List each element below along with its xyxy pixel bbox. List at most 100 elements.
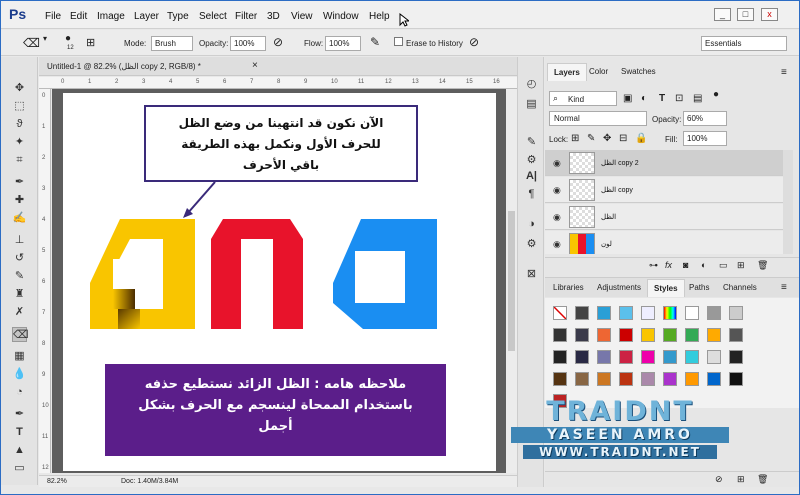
menu-type[interactable]: Type bbox=[167, 11, 189, 22]
style-swatch[interactable] bbox=[707, 306, 721, 320]
tab-adjustments[interactable]: Adjustments bbox=[591, 279, 647, 297]
close-document-icon[interactable]: × bbox=[252, 60, 258, 71]
layer-row[interactable]: ◉ لون bbox=[545, 231, 783, 254]
style-swatch[interactable] bbox=[641, 328, 655, 342]
opacity-field[interactable]: 100% bbox=[230, 36, 266, 51]
new-layer-icon[interactable]: ⊞ bbox=[737, 260, 745, 271]
filter-shape-icon[interactable]: ⊡ bbox=[675, 93, 683, 104]
style-swatch[interactable] bbox=[663, 306, 677, 320]
lock-all-icon[interactable]: 🔒 bbox=[635, 133, 647, 144]
crop-tool-icon[interactable]: ⌗ bbox=[12, 153, 27, 168]
menu-help[interactable]: Help bbox=[369, 11, 390, 22]
layers-scrollbar[interactable] bbox=[783, 150, 793, 254]
styles-panel-menu-icon[interactable]: ≡ bbox=[781, 282, 787, 293]
layer-row[interactable]: ◉ الظل copy bbox=[545, 177, 783, 203]
style-swatch[interactable] bbox=[685, 350, 699, 364]
style-swatch[interactable] bbox=[553, 306, 567, 320]
tab-paths[interactable]: Paths bbox=[683, 279, 715, 297]
style-swatch[interactable] bbox=[707, 372, 721, 386]
tool-presets-icon[interactable]: ⊠ bbox=[524, 267, 539, 282]
filter-type-icon[interactable]: T bbox=[659, 93, 665, 104]
lock-pixels-icon[interactable]: ✎ bbox=[587, 133, 595, 144]
filter-toggle-icon[interactable]: ● bbox=[713, 89, 719, 100]
style-swatch[interactable] bbox=[553, 372, 567, 386]
visibility-eye-icon[interactable]: ◉ bbox=[553, 185, 561, 196]
brush-panel-icon[interactable]: ⊞ bbox=[86, 36, 95, 49]
style-swatch[interactable] bbox=[553, 328, 567, 342]
pressure-opacity-icon[interactable]: ⊘ bbox=[273, 35, 283, 49]
style-swatch[interactable] bbox=[641, 350, 655, 364]
style-swatch[interactable] bbox=[597, 372, 611, 386]
filter-adjustment-icon[interactable]: ◐ bbox=[641, 93, 647, 104]
style-swatch[interactable] bbox=[597, 328, 611, 342]
style-swatch[interactable] bbox=[575, 350, 589, 364]
info-panel-icon[interactable]: ◑ bbox=[524, 217, 539, 232]
filter-pixel-icon[interactable]: ▣ bbox=[623, 93, 632, 104]
close-button[interactable]: x bbox=[761, 8, 778, 21]
lock-transparent-icon[interactable]: ⊞ bbox=[571, 133, 579, 144]
panel-menu-icon[interactable]: ≡ bbox=[781, 67, 787, 78]
style-swatch[interactable] bbox=[641, 306, 655, 320]
style-swatch[interactable] bbox=[619, 306, 633, 320]
tab-styles[interactable]: Styles bbox=[647, 279, 685, 297]
brush-presets-icon[interactable]: ⚙ bbox=[524, 153, 539, 168]
lock-position-icon[interactable]: ✥ bbox=[603, 133, 611, 144]
layer-mask-icon[interactable]: ◙ bbox=[683, 260, 688, 270]
gradient-tool-icon[interactable]: ▦ bbox=[12, 349, 27, 364]
style-swatch[interactable] bbox=[729, 350, 743, 364]
new-style-icon[interactable]: ⊞ bbox=[737, 474, 745, 485]
marquee-tool-icon[interactable]: ⬚ bbox=[12, 99, 27, 114]
magic-wand-tool-icon[interactable]: ✦ bbox=[12, 135, 27, 150]
eyedropper-tool-icon[interactable]: ✒ bbox=[12, 175, 27, 190]
style-swatch[interactable] bbox=[707, 350, 721, 364]
style-swatch[interactable] bbox=[597, 306, 611, 320]
layer-row[interactable]: ◉ الظل bbox=[545, 204, 783, 230]
tab-channels[interactable]: Channels bbox=[717, 279, 763, 297]
layer-opacity-field[interactable]: 60% bbox=[683, 111, 727, 126]
menu-file[interactable]: File bbox=[45, 11, 61, 22]
paragraph-panel-icon[interactable]: ¶ bbox=[524, 187, 539, 202]
healing-brush-tool-icon[interactable]: ✚ bbox=[12, 193, 27, 208]
style-swatch[interactable] bbox=[707, 328, 721, 342]
style-swatch[interactable] bbox=[729, 306, 743, 320]
menu-select[interactable]: Select bbox=[199, 11, 227, 22]
menu-view[interactable]: View bbox=[291, 11, 313, 22]
style-swatch[interactable] bbox=[619, 372, 633, 386]
style-swatch[interactable] bbox=[663, 350, 677, 364]
clear-style-icon[interactable]: ⊘ bbox=[715, 474, 723, 485]
visibility-eye-icon[interactable]: ◉ bbox=[553, 239, 561, 250]
menu-window[interactable]: Window bbox=[323, 11, 359, 22]
stamp-tool-icon[interactable]: ♜ bbox=[12, 287, 27, 302]
menu-image[interactable]: Image bbox=[97, 11, 125, 22]
blend-mode-select[interactable]: Normal bbox=[549, 111, 647, 126]
style-swatch[interactable] bbox=[663, 328, 677, 342]
style-swatch[interactable] bbox=[553, 350, 567, 364]
airbrush-icon[interactable]: ✎ bbox=[370, 35, 380, 49]
filter-smart-icon[interactable]: ▤ bbox=[693, 93, 702, 104]
layer-style-icon[interactable]: fx bbox=[665, 260, 672, 270]
shape-tool-icon[interactable]: ▭ bbox=[12, 461, 27, 476]
history-panel-icon[interactable]: ◴ bbox=[524, 77, 539, 92]
style-swatch[interactable] bbox=[619, 328, 633, 342]
clone-stamp-tool-icon[interactable]: ⊥ bbox=[12, 233, 27, 248]
brush-alt-tool-icon[interactable]: ✎ bbox=[12, 269, 27, 284]
eraser-tool-icon[interactable]: ⌫ bbox=[12, 327, 29, 342]
history-brush-tool-icon[interactable]: ↺ bbox=[12, 251, 27, 266]
style-swatch[interactable] bbox=[729, 372, 743, 386]
brush-tool-icon[interactable]: ✍ bbox=[12, 211, 27, 226]
delete-style-icon[interactable]: 🗑 bbox=[757, 474, 768, 485]
adjust-panel-icon[interactable]: ⚙ bbox=[524, 237, 539, 252]
brush-preset-icon[interactable]: ● bbox=[65, 33, 71, 44]
style-swatch[interactable] bbox=[729, 328, 743, 342]
style-swatch[interactable] bbox=[575, 306, 589, 320]
visibility-eye-icon[interactable]: ◉ bbox=[553, 158, 561, 169]
blur-tool-icon[interactable]: 💧 bbox=[12, 367, 27, 382]
eraser-tool-icon[interactable]: ⌫ bbox=[23, 36, 40, 50]
move-tool-icon[interactable]: ✥ bbox=[12, 81, 27, 96]
style-swatch[interactable] bbox=[597, 350, 611, 364]
menu-filter[interactable]: Filter bbox=[235, 11, 257, 22]
lock-artboard-icon[interactable]: ⊟ bbox=[619, 133, 627, 144]
style-swatch[interactable] bbox=[641, 372, 655, 386]
delete-layer-icon[interactable]: 🗑 bbox=[757, 260, 768, 271]
path-selection-tool-icon[interactable]: ▲ bbox=[12, 443, 27, 458]
